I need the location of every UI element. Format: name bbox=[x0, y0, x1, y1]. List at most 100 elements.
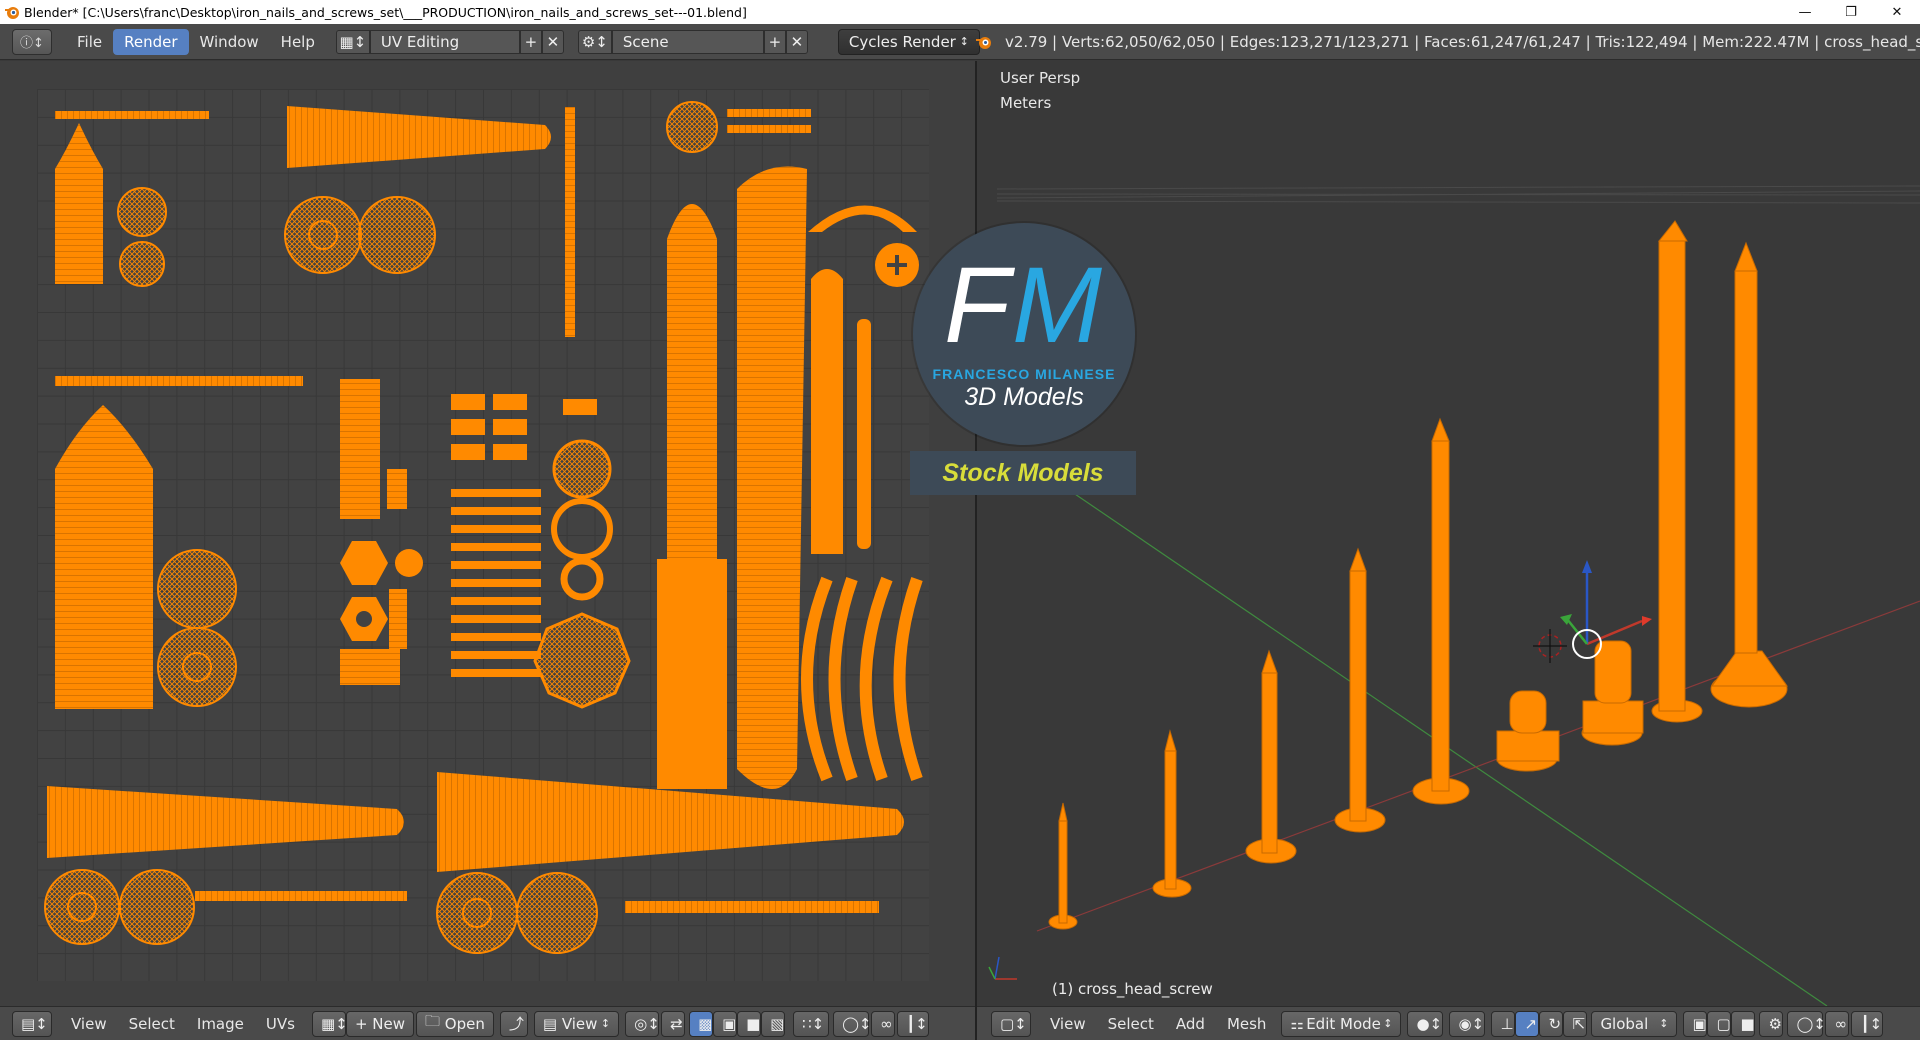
shading-mode-icon[interactable]: ●↕ bbox=[1407, 1010, 1444, 1037]
layout-name-field[interactable]: UV Editing bbox=[369, 29, 520, 54]
scene-statistics: v2.79 | Verts:62,050/62,050 | Edges:123,… bbox=[1005, 33, 1920, 51]
layout-delete-icon[interactable]: ✕ bbox=[541, 29, 564, 54]
uv-islands bbox=[44, 101, 923, 954]
vertex-select-mode-icon[interactable]: ▣ bbox=[1683, 1010, 1708, 1037]
uv-menu-image[interactable]: Image bbox=[186, 1011, 255, 1037]
open-image-button[interactable]: 🗀 Open bbox=[416, 1010, 494, 1037]
fm-letters: FM bbox=[913, 251, 1135, 359]
uv-island bbox=[287, 106, 551, 168]
orientation-label: Global bbox=[1600, 1014, 1649, 1033]
dropdown-arrows-icon: ↕ bbox=[1659, 1017, 1669, 1030]
fm-logo: FM FRANCESCO MILANESE 3D Models bbox=[913, 223, 1135, 445]
edge-select-icon[interactable]: ▣ bbox=[713, 1010, 738, 1037]
snap-target-icon[interactable]: ┃↕ bbox=[897, 1010, 930, 1037]
viewport-menu-select[interactable]: Select bbox=[1097, 1011, 1165, 1037]
translate-icon[interactable]: ↗ bbox=[1515, 1010, 1540, 1037]
uv-arc bbox=[801, 576, 833, 782]
uv-ring bbox=[551, 498, 613, 560]
pin-icon[interactable]: ⤴ bbox=[499, 1010, 528, 1037]
pivot-icon[interactable]: ◎↕ bbox=[625, 1010, 660, 1037]
menu-render[interactable]: Render bbox=[113, 28, 189, 55]
viewport-menu-view[interactable]: View bbox=[1039, 1011, 1097, 1037]
uv-island bbox=[340, 541, 388, 585]
uv-menu-uvs[interactable]: UVs bbox=[255, 1011, 306, 1037]
layout-selector: ▦↕ UV Editing + ✕ bbox=[335, 28, 564, 56]
uv-island bbox=[55, 405, 153, 709]
uv-disc bbox=[436, 872, 518, 954]
minimize-icon[interactable]: — bbox=[1782, 0, 1828, 24]
uv-island bbox=[387, 469, 407, 509]
sync-selection-icon[interactable]: ⇄ bbox=[661, 1010, 686, 1037]
pivot-point-icon[interactable]: ◉↕ bbox=[1449, 1010, 1486, 1037]
view-mode-label: View bbox=[561, 1014, 598, 1033]
occlude-geometry-icon[interactable]: ⚙ bbox=[1759, 1010, 1784, 1037]
edge-select-mode-icon[interactable]: ▢ bbox=[1707, 1010, 1732, 1037]
info-editor-type-button[interactable]: ⓘ↕ bbox=[12, 28, 52, 55]
viewport-scene bbox=[988, 185, 1920, 1007]
menu-help[interactable]: Help bbox=[270, 29, 326, 55]
window-titlebar: Blender* [C:\Users\franc\Desktop\iron_na… bbox=[0, 0, 1920, 24]
main-menu: File Render Window Help bbox=[66, 28, 326, 56]
viewport-menu-add[interactable]: Add bbox=[1165, 1011, 1216, 1037]
uv-ring bbox=[560, 557, 604, 601]
vertex-select-icon[interactable]: ▩ bbox=[689, 1010, 714, 1037]
uv-strip bbox=[625, 901, 879, 913]
screw-models bbox=[1048, 220, 1788, 930]
viewport-header: ▢↕ View Select Add Mesh ⚏ Edit Mode ↕ ●↕ ◉… bbox=[977, 1006, 1920, 1040]
dropdown-arrows-icon: ↕ bbox=[959, 35, 969, 48]
scene-browse-icon[interactable]: ⚙↕ bbox=[577, 29, 612, 54]
window-title: Blender* [C:\Users\franc\Desktop\iron_na… bbox=[24, 4, 747, 20]
uv-disc bbox=[395, 549, 423, 577]
uv-editor-header: ▤↕ View Select Image UVs ▦↕ + New 🗀 Open… bbox=[0, 1006, 975, 1040]
render-engine-label: Cycles Render bbox=[848, 32, 956, 51]
uv-menu-view[interactable]: View bbox=[60, 1011, 118, 1037]
layout-add-icon[interactable]: + bbox=[519, 29, 542, 54]
menu-window[interactable]: Window bbox=[189, 29, 270, 55]
viewport-menu-mesh[interactable]: Mesh bbox=[1216, 1011, 1278, 1037]
uv-island bbox=[811, 269, 843, 554]
uv-image-editor[interactable] bbox=[0, 61, 975, 1006]
mode-dropdown[interactable]: ⚏ Edit Mode ↕ bbox=[1281, 1010, 1402, 1037]
sticky-mode-icon[interactable]: ∷↕ bbox=[793, 1010, 830, 1037]
scene-name-field[interactable]: Scene bbox=[611, 29, 764, 54]
viewport-editor-type-icon[interactable]: ▢↕ bbox=[991, 1010, 1031, 1037]
uv-disc bbox=[119, 869, 195, 945]
face-select-mode-icon[interactable]: ■ bbox=[1731, 1010, 1756, 1037]
menu-file[interactable]: File bbox=[66, 29, 113, 55]
snap-element-icon[interactable]: ┃↕ bbox=[1851, 1010, 1884, 1037]
render-engine-dropdown[interactable]: Cycles Render ↕ bbox=[837, 28, 980, 55]
view-mode-dropdown[interactable]: ▤ View ↕ bbox=[533, 1010, 620, 1037]
scene-selector: ⚙↕ Scene + ✕ bbox=[577, 28, 808, 56]
uv-menu-select[interactable]: Select bbox=[118, 1011, 186, 1037]
snap-icon[interactable]: ∞ bbox=[871, 1010, 896, 1037]
transform-gizmo[interactable] bbox=[1533, 560, 1652, 663]
uv-arc bbox=[893, 577, 923, 781]
orientation-dropdown[interactable]: Global ↕ bbox=[1591, 1010, 1678, 1037]
uv-grid-canvas[interactable] bbox=[37, 89, 929, 981]
scene-delete-icon[interactable]: ✕ bbox=[785, 29, 808, 54]
blender-app: Blender* [C:\Users\franc\Desktop\iron_na… bbox=[0, 0, 1920, 1040]
face-select-icon[interactable]: ■ bbox=[737, 1010, 762, 1037]
uv-island bbox=[657, 559, 727, 789]
proportional-edit-icon[interactable]: ◯↕ bbox=[833, 1010, 872, 1037]
island-select-icon[interactable]: ▧ bbox=[761, 1010, 786, 1037]
uv-strip bbox=[727, 109, 811, 117]
new-image-button[interactable]: + New bbox=[345, 1010, 414, 1037]
uv-disc bbox=[157, 627, 237, 707]
proportional-editing-icon[interactable]: ◯↕ bbox=[1787, 1010, 1826, 1037]
floor-grid bbox=[996, 185, 1920, 204]
scene-add-icon[interactable]: + bbox=[763, 29, 786, 54]
editor-type-icon[interactable]: ▤↕ bbox=[12, 1010, 52, 1037]
3d-viewport[interactable] bbox=[977, 61, 1920, 1007]
manipulator-icon[interactable]: ⊥ bbox=[1491, 1010, 1516, 1037]
rotate-icon[interactable]: ↻ bbox=[1539, 1010, 1564, 1037]
scale-icon[interactable]: ⇱ bbox=[1563, 1010, 1588, 1037]
uv-arc bbox=[808, 205, 917, 232]
restore-icon[interactable]: ❐ bbox=[1828, 0, 1874, 24]
info-header: ⓘ↕ File Render Window Help ▦↕ UV Editing… bbox=[0, 24, 1920, 60]
snap-toggle-icon[interactable]: ∞ bbox=[1825, 1010, 1850, 1037]
layout-browse-icon[interactable]: ▦↕ bbox=[335, 29, 370, 54]
close-icon[interactable]: ✕ bbox=[1874, 0, 1920, 24]
image-browse-icon[interactable]: ▦↕ bbox=[311, 1010, 348, 1037]
blender-logo-icon bbox=[976, 37, 991, 49]
